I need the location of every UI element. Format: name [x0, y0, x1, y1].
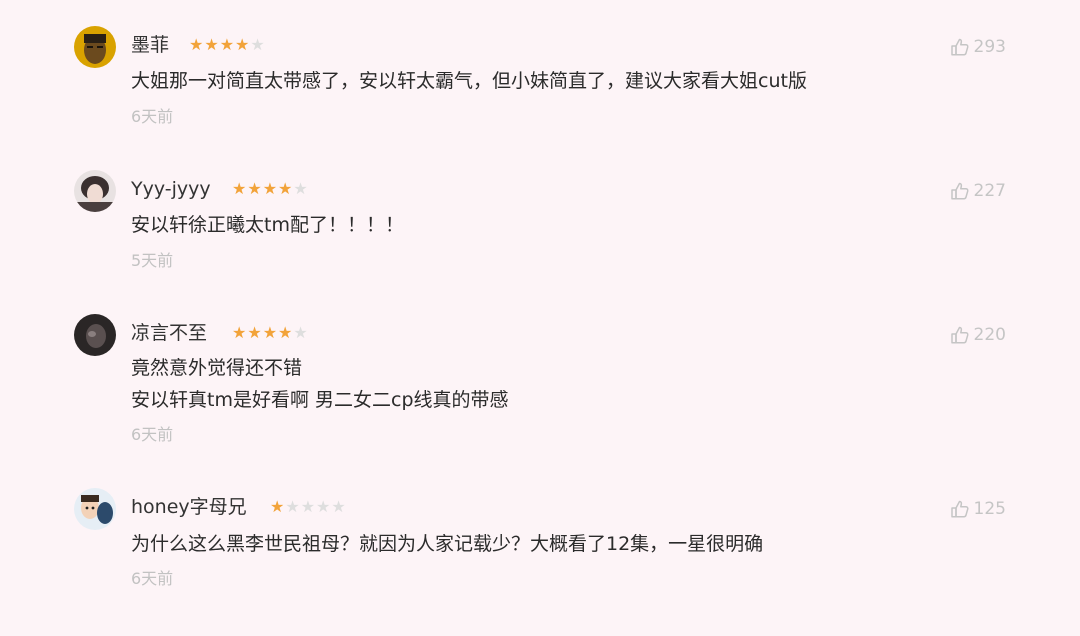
- like-count: 220: [973, 325, 1006, 345]
- star-filled-icon: ★: [204, 35, 219, 54]
- rating-stars: ★ ★ ★ ★ ★: [189, 36, 265, 54]
- star-filled-icon: ★: [247, 179, 262, 198]
- comment-time: 6天前: [131, 425, 174, 444]
- thumbs-up-icon: [950, 181, 970, 201]
- comment-text: 安以轩真tm是好看啊 男二女二cp线真的带感: [131, 389, 509, 411]
- star-empty-icon: ★: [285, 497, 300, 516]
- star-empty-icon: ★: [300, 497, 316, 516]
- like-button[interactable]: 293: [950, 36, 1006, 58]
- star-empty-icon: ★: [331, 497, 346, 516]
- star-filled-icon: ★: [232, 323, 247, 342]
- star-empty-icon: ★: [293, 179, 308, 198]
- rating-stars: ★ ★ ★ ★ ★: [232, 324, 308, 342]
- star-filled-icon: ★: [247, 323, 262, 342]
- like-button[interactable]: 220: [950, 324, 1006, 346]
- star-filled-icon: ★: [270, 497, 285, 516]
- comment-text: 安以轩徐正曦太tm配了！！！！: [131, 214, 404, 236]
- star-filled-icon: ★: [235, 35, 250, 54]
- comment-text: 为什么这么黑李世民祖母？就因为人家记载少？大概看了12集，一星很明确: [131, 533, 764, 555]
- star-empty-icon: ★: [250, 35, 265, 54]
- comment-text: 大姐那一对简直太带感了，安以轩太霸气，但小妹简直了，建议大家看大姐cut版: [131, 70, 807, 92]
- star-filled-icon: ★: [189, 35, 204, 54]
- like-button[interactable]: 125: [950, 498, 1006, 520]
- star-filled-icon: ★: [262, 179, 278, 198]
- star-filled-icon: ★: [219, 35, 235, 54]
- user-avatar[interactable]: [74, 488, 116, 530]
- user-avatar[interactable]: [74, 314, 116, 356]
- rating-stars: ★ ★ ★ ★ ★: [270, 498, 346, 516]
- thumbs-up-icon: [950, 325, 970, 345]
- comment-time: 6天前: [131, 107, 174, 126]
- username[interactable]: 墨菲: [131, 33, 169, 57]
- thumbs-up-icon: [950, 37, 970, 57]
- comment-time: 5天前: [131, 251, 174, 270]
- user-avatar[interactable]: [74, 170, 116, 212]
- star-empty-icon: ★: [293, 323, 308, 342]
- username[interactable]: honey字母兄: [131, 495, 247, 519]
- star-filled-icon: ★: [232, 179, 247, 198]
- like-button[interactable]: 227: [950, 180, 1006, 202]
- like-count: 293: [973, 37, 1006, 57]
- star-filled-icon: ★: [262, 323, 278, 342]
- username[interactable]: 凉言不至: [131, 321, 207, 345]
- like-count: 227: [973, 181, 1006, 201]
- username[interactable]: Yyy-jyyy: [131, 177, 211, 201]
- thumbs-up-icon: [950, 499, 970, 519]
- star-empty-icon: ★: [316, 497, 331, 516]
- comment-text: 竟然意外觉得还不错: [131, 357, 303, 379]
- comment-time: 6天前: [131, 569, 174, 588]
- user-avatar[interactable]: [74, 26, 116, 68]
- rating-stars: ★ ★ ★ ★ ★: [232, 180, 308, 198]
- star-filled-icon: ★: [278, 323, 293, 342]
- like-count: 125: [973, 499, 1006, 519]
- star-filled-icon: ★: [278, 179, 293, 198]
